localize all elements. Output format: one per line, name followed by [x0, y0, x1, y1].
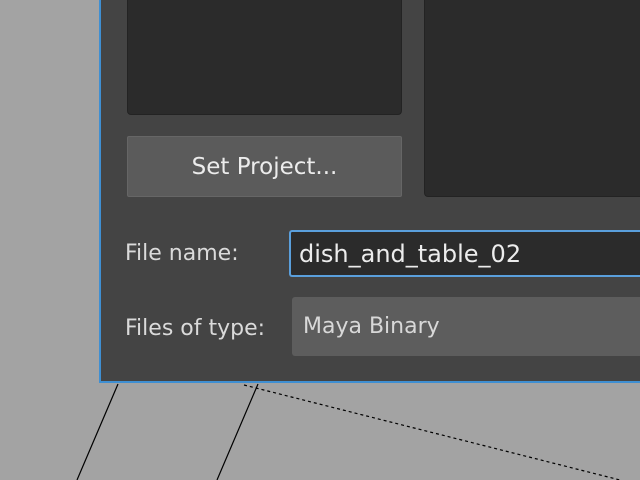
recent-locations-panel[interactable]: [127, 0, 402, 115]
file-name-input[interactable]: dish_and_table_02: [289, 230, 640, 277]
save-file-dialog: Set Project... File name: dish_and_table…: [99, 0, 640, 383]
wireframe-edge-dashed: [243, 384, 621, 480]
wireframe-edge: [76, 383, 119, 480]
set-project-button[interactable]: Set Project...: [127, 136, 402, 197]
files-of-type-label: Files of type:: [125, 316, 266, 341]
folder-contents-panel[interactable]: [424, 0, 640, 197]
files-of-type-dropdown[interactable]: Maya Binary: [292, 297, 640, 356]
wireframe-edge: [216, 383, 259, 480]
file-name-label: File name:: [125, 241, 239, 266]
